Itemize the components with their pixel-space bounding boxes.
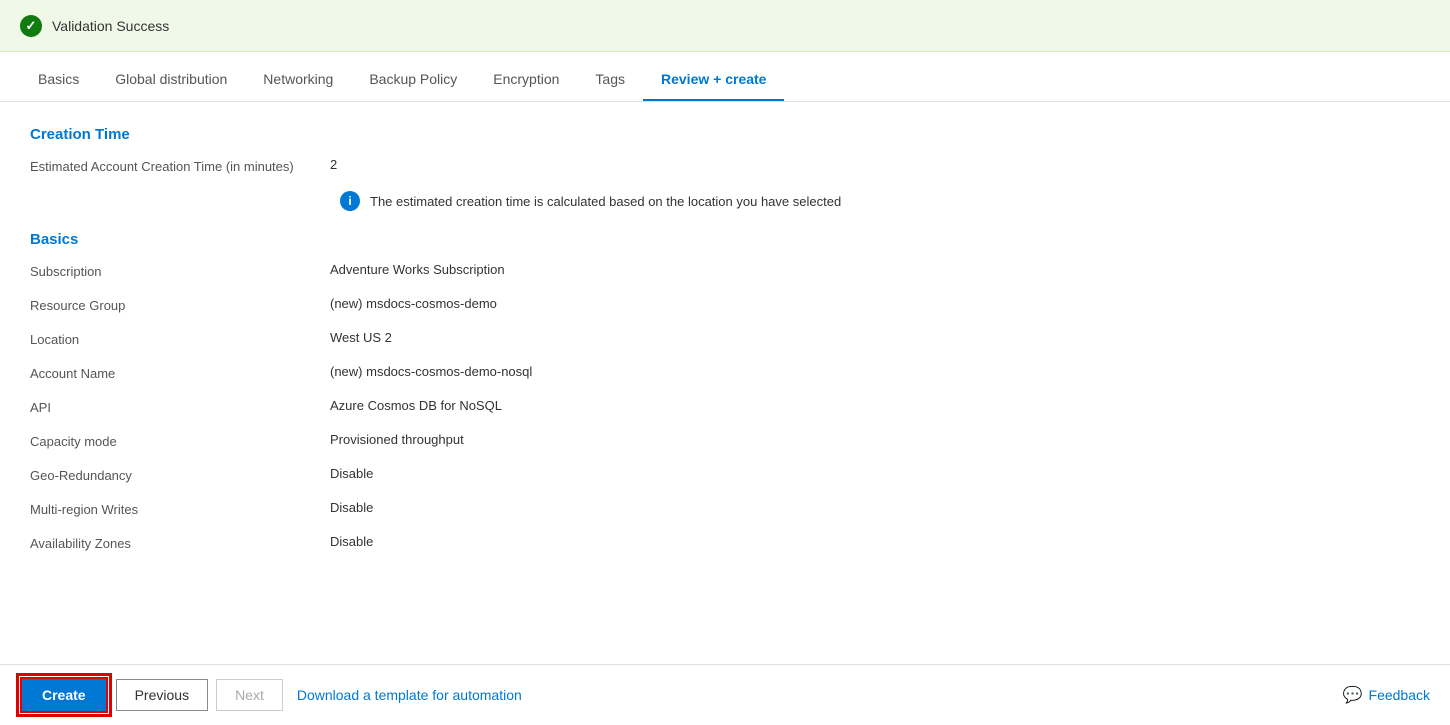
- creation-time-section: Creation Time Estimated Account Creation…: [30, 126, 1420, 211]
- previous-button[interactable]: Previous: [116, 679, 208, 711]
- subscription-value: Adventure Works Subscription: [330, 262, 505, 277]
- create-button[interactable]: Create: [20, 677, 108, 713]
- multi-region-writes-value: Disable: [330, 500, 373, 515]
- capacity-mode-row: Capacity mode Provisioned throughput: [30, 432, 1420, 456]
- note-text: The estimated creation time is calculate…: [370, 194, 841, 209]
- location-row: Location West US 2: [30, 330, 1420, 354]
- validation-banner: Validation Success: [0, 0, 1450, 52]
- tab-networking[interactable]: Networking: [245, 59, 351, 101]
- basics-title: Basics: [30, 231, 1420, 248]
- automation-link[interactable]: Download a template for automation: [297, 687, 522, 703]
- availability-zones-row: Availability Zones Disable: [30, 534, 1420, 558]
- api-row: API Azure Cosmos DB for NoSQL: [30, 398, 1420, 422]
- multi-region-writes-label: Multi-region Writes: [30, 500, 330, 517]
- subscription-label: Subscription: [30, 262, 330, 279]
- footer: Create Previous Next Download a template…: [0, 664, 1450, 725]
- account-name-label: Account Name: [30, 364, 330, 381]
- account-name-value: (new) msdocs-cosmos-demo-nosql: [330, 364, 532, 379]
- multi-region-writes-row: Multi-region Writes Disable: [30, 500, 1420, 524]
- capacity-mode-value: Provisioned throughput: [330, 432, 464, 447]
- tab-review-create[interactable]: Review + create: [643, 59, 784, 101]
- tabs-bar: Basics Global distribution Networking Ba…: [0, 52, 1450, 102]
- location-value: West US 2: [330, 330, 392, 345]
- basics-section: Basics Subscription Adventure Works Subs…: [30, 231, 1420, 558]
- validation-text: Validation Success: [52, 18, 169, 34]
- validation-success-icon: [20, 15, 42, 37]
- feedback-link[interactable]: 💬 Feedback: [1343, 685, 1430, 705]
- tab-backup-policy[interactable]: Backup Policy: [351, 59, 475, 101]
- api-label: API: [30, 398, 330, 415]
- tab-tags[interactable]: Tags: [577, 59, 643, 101]
- geo-redundancy-row: Geo-Redundancy Disable: [30, 466, 1420, 490]
- estimated-time-label: Estimated Account Creation Time (in minu…: [30, 157, 330, 174]
- estimated-time-value: 2: [330, 157, 337, 172]
- resource-group-row: Resource Group (new) msdocs-cosmos-demo: [30, 296, 1420, 320]
- feedback-icon: 💬: [1343, 685, 1363, 705]
- feedback-label: Feedback: [1369, 687, 1430, 703]
- subscription-row: Subscription Adventure Works Subscriptio…: [30, 262, 1420, 286]
- next-button[interactable]: Next: [216, 679, 283, 711]
- main-content: Creation Time Estimated Account Creation…: [0, 102, 1450, 664]
- tab-global-distribution[interactable]: Global distribution: [97, 59, 245, 101]
- availability-zones-value: Disable: [330, 534, 373, 549]
- info-icon: i: [340, 191, 360, 211]
- creation-time-note: i The estimated creation time is calcula…: [30, 191, 1420, 211]
- tab-encryption[interactable]: Encryption: [475, 59, 577, 101]
- api-value: Azure Cosmos DB for NoSQL: [330, 398, 502, 413]
- resource-group-value: (new) msdocs-cosmos-demo: [330, 296, 497, 311]
- capacity-mode-label: Capacity mode: [30, 432, 330, 449]
- tab-basics[interactable]: Basics: [20, 59, 97, 101]
- creation-time-title: Creation Time: [30, 126, 1420, 143]
- resource-group-label: Resource Group: [30, 296, 330, 313]
- geo-redundancy-value: Disable: [330, 466, 373, 481]
- availability-zones-label: Availability Zones: [30, 534, 330, 551]
- geo-redundancy-label: Geo-Redundancy: [30, 466, 330, 483]
- account-name-row: Account Name (new) msdocs-cosmos-demo-no…: [30, 364, 1420, 388]
- location-label: Location: [30, 330, 330, 347]
- estimated-time-row: Estimated Account Creation Time (in minu…: [30, 157, 1420, 181]
